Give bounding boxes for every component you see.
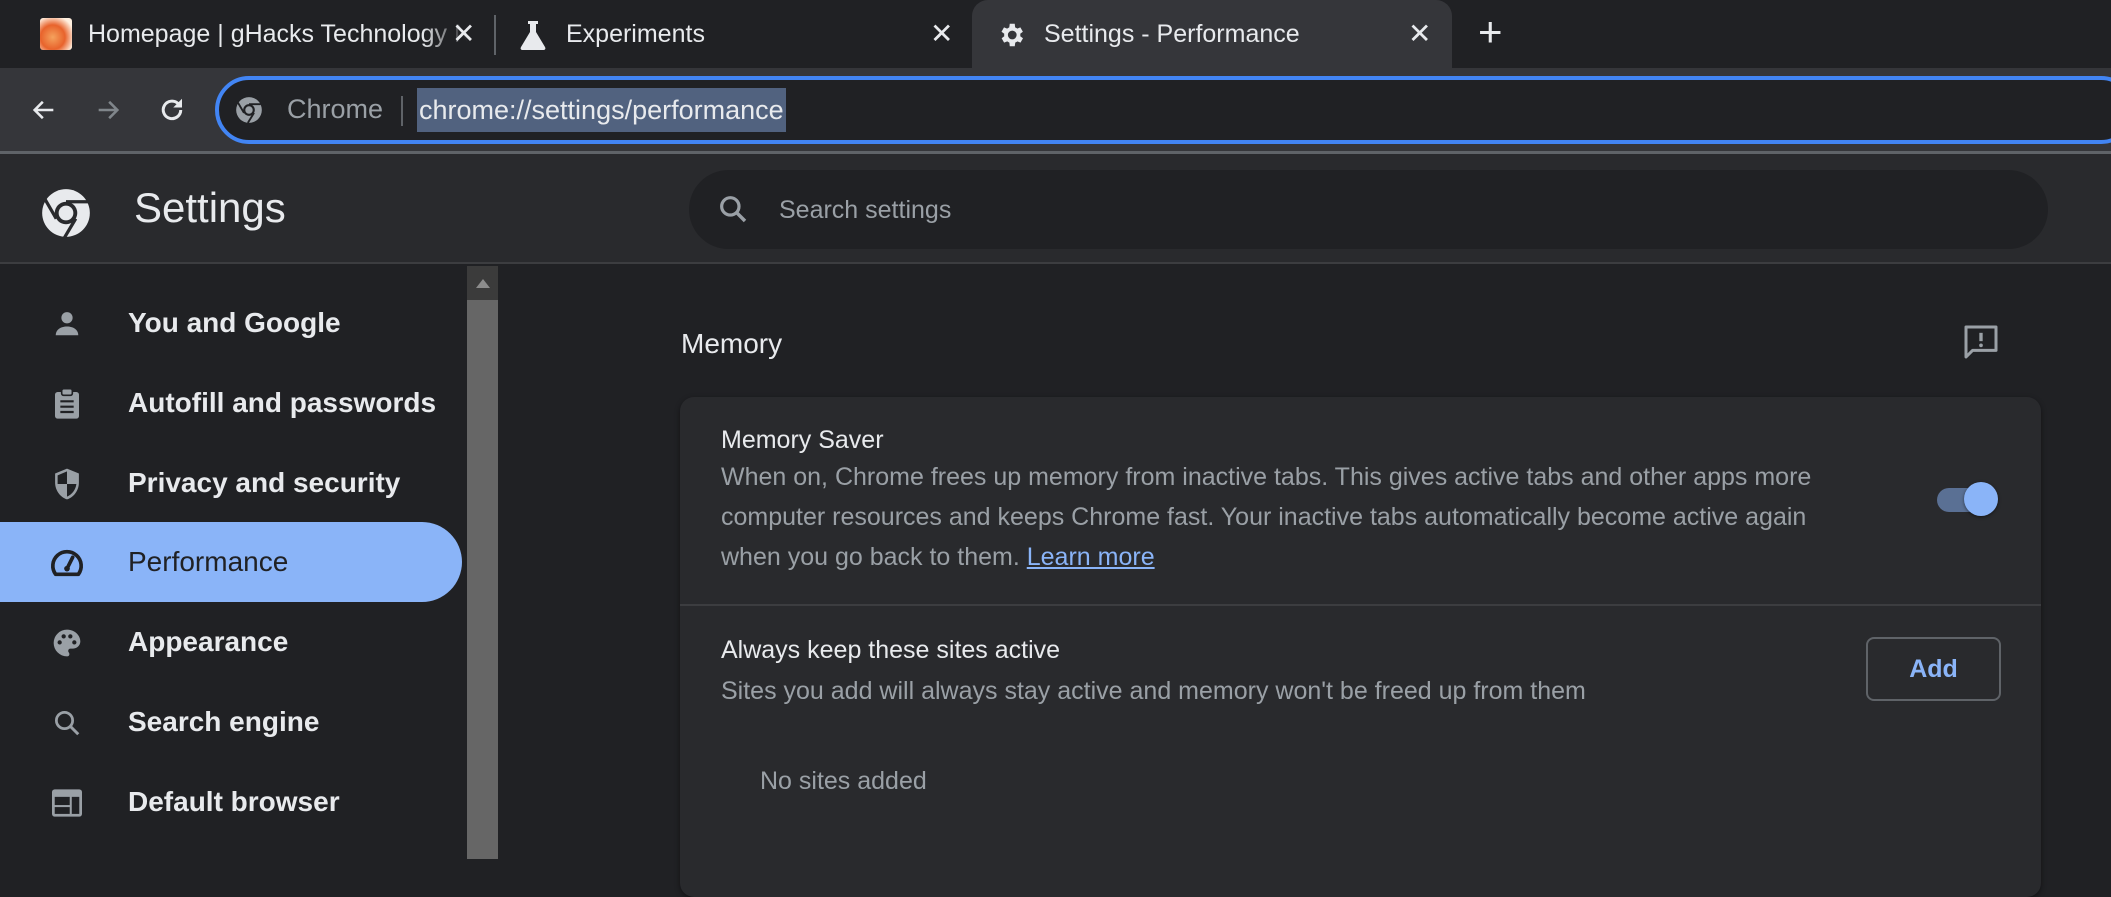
url-text[interactable]: chrome://settings/performance: [417, 88, 786, 132]
search-input[interactable]: [779, 188, 1979, 232]
tab-strip: Homepage | gHacks Technology News ✕ Expe…: [0, 0, 2111, 68]
clipboard-icon: [50, 387, 84, 421]
flask-icon: [520, 20, 546, 57]
card-divider: [680, 604, 2041, 606]
sidebar-scrollbar[interactable]: [467, 266, 498, 859]
learn-more-link[interactable]: Learn more: [1027, 543, 1155, 571]
search-icon: [50, 706, 84, 740]
memory-saver-title: Memory Saver: [721, 426, 884, 454]
toggle-knob: [1964, 482, 1998, 516]
tab-experiments[interactable]: Experiments ✕: [500, 0, 970, 68]
tab-separator: [494, 15, 496, 55]
sidebar-item-appearance[interactable]: Appearance: [0, 602, 462, 682]
sidebar-item-you-and-google[interactable]: You and Google: [0, 283, 462, 363]
sidebar-item-label: You and Google: [128, 307, 341, 338]
close-icon[interactable]: ✕: [452, 17, 475, 50]
reload-icon: [161, 98, 183, 121]
toolbar: Chrome chrome://settings/performance: [0, 68, 2111, 152]
sidebar-item-search-engine[interactable]: Search engine: [0, 682, 462, 762]
feedback-icon[interactable]: [1961, 322, 2001, 362]
tab-title: Settings - Performance: [1044, 20, 1300, 48]
tab-ghacks[interactable]: Homepage | gHacks Technology News ✕: [36, 0, 486, 68]
new-tab-button[interactable]: +: [1478, 8, 1503, 56]
arrow-right-icon: [98, 100, 120, 120]
search-box[interactable]: [689, 170, 2048, 249]
sidebar-item-label: Privacy and security: [128, 467, 401, 498]
tab-settings-performance[interactable]: Settings - Performance ✕: [972, 0, 1452, 68]
sidebar-item-privacy[interactable]: Privacy and security: [0, 443, 462, 523]
close-icon[interactable]: ✕: [930, 17, 953, 50]
palette-icon: [50, 626, 84, 660]
no-sites-added-text: No sites added: [760, 767, 927, 795]
search-icon: [717, 192, 749, 231]
sidebar-item-label: Autofill and passwords: [128, 387, 437, 418]
origin-label: Chrome: [287, 94, 384, 124]
page-title: Settings: [134, 184, 286, 231]
back-button[interactable]: [22, 88, 66, 132]
sidebar-item-label: Appearance: [128, 626, 289, 657]
person-icon: [50, 307, 84, 341]
sidebar-item-default-browser[interactable]: Default browser: [0, 762, 462, 842]
ghacks-favicon: [40, 18, 72, 50]
arrow-left-icon: [32, 100, 54, 120]
sidebar-item-autofill[interactable]: Autofill and passwords: [0, 363, 462, 443]
chrome-icon: [235, 96, 263, 129]
sidebar-item-performance[interactable]: Performance: [0, 522, 462, 602]
always-active-description: Sites you add will always stay active an…: [721, 677, 1586, 705]
browser-window-icon: [50, 786, 84, 820]
tab-title: Homepage | gHacks Technology News: [88, 20, 468, 48]
speedometer-icon: [50, 546, 84, 580]
reload-button[interactable]: [150, 88, 194, 132]
section-title-memory: Memory: [681, 328, 783, 359]
memory-saver-toggle[interactable]: [1937, 480, 2001, 518]
sidebar: You and Google Autofill and passwords Pr…: [0, 266, 467, 859]
always-active-title: Always keep these sites active: [721, 636, 1061, 664]
gear-icon: [996, 20, 1026, 57]
origin-separator: [401, 96, 403, 126]
add-site-button[interactable]: Add: [1866, 637, 2001, 701]
shield-icon: [50, 467, 84, 501]
main-content: Memory Memory Saver When on, Chrome free…: [498, 266, 2111, 897]
memory-card: Memory Saver When on, Chrome frees up me…: [680, 397, 2041, 897]
forward-button[interactable]: [86, 88, 130, 132]
sidebar-item-label: Default browser: [128, 786, 340, 817]
sidebar-item-label: Search engine: [128, 706, 320, 737]
scroll-up-arrow-icon[interactable]: [467, 266, 498, 300]
chrome-logo-icon: [40, 187, 92, 244]
close-icon[interactable]: ✕: [1408, 17, 1431, 50]
settings-header: Settings: [0, 154, 2111, 264]
memory-saver-description-text: When on, Chrome frees up memory from ina…: [721, 463, 1812, 571]
sidebar-item-label: Performance: [128, 546, 289, 577]
address-bar[interactable]: Chrome chrome://settings/performance: [215, 76, 2111, 144]
memory-saver-description: When on, Chrome frees up memory from ina…: [721, 457, 1851, 577]
tab-title: Experiments: [566, 20, 705, 48]
